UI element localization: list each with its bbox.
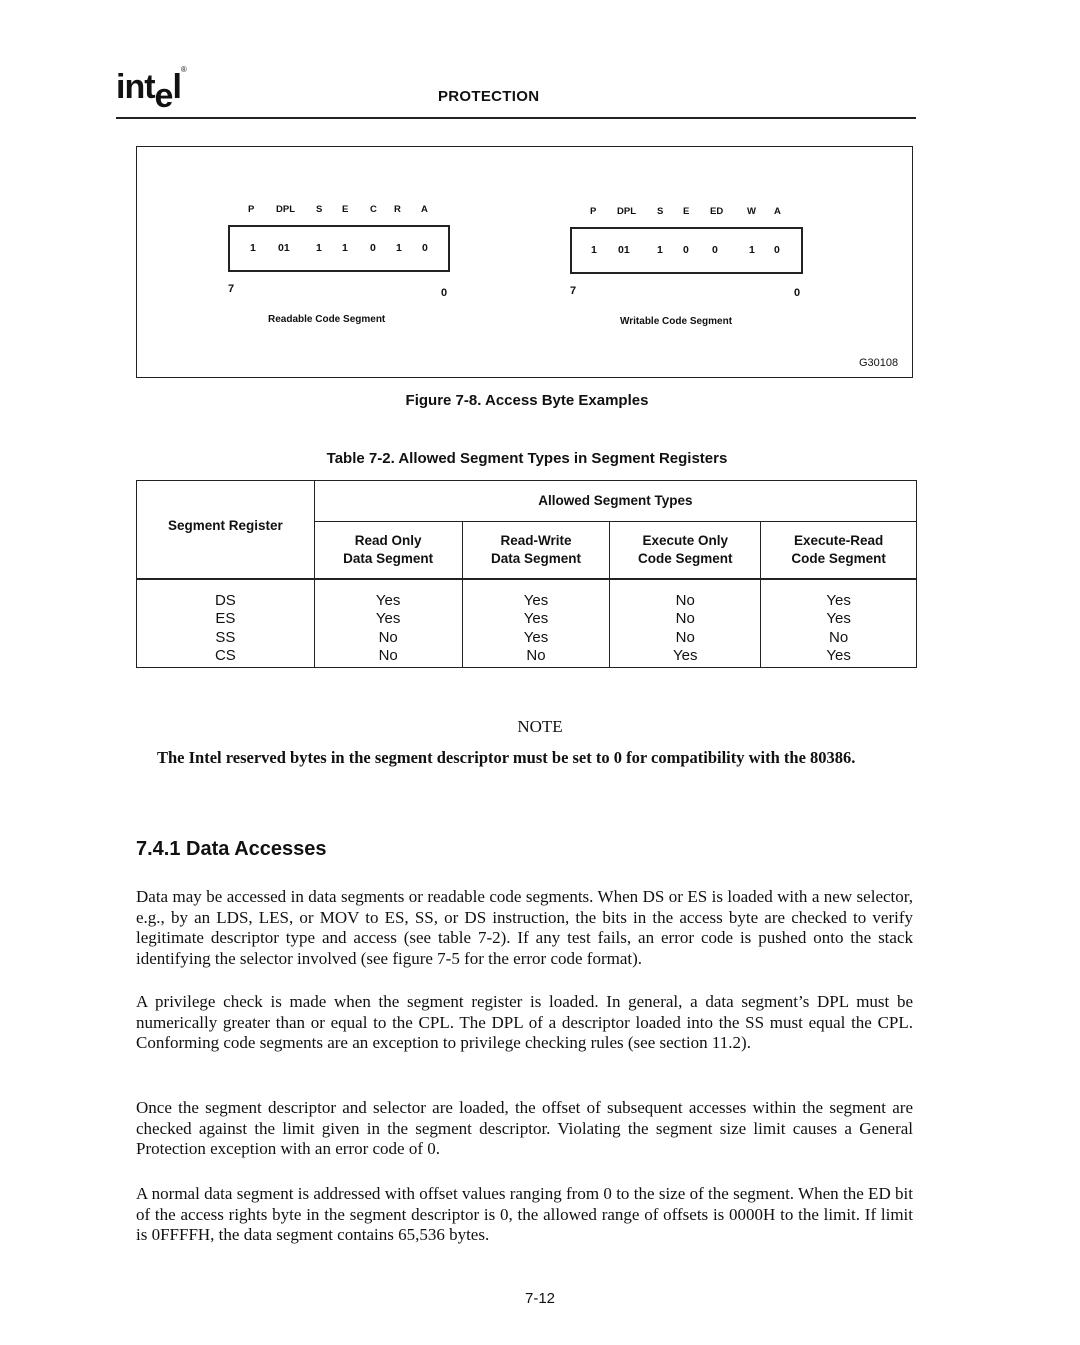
bit-value: 0 bbox=[422, 242, 428, 254]
table-cell: No bbox=[675, 591, 695, 609]
field-label: ED bbox=[710, 206, 724, 217]
field-label: A bbox=[774, 206, 781, 217]
figure-id: G30108 bbox=[859, 357, 899, 369]
bit-value: 0 bbox=[370, 242, 376, 254]
execute-read-code-column: Yes Yes No Yes bbox=[760, 577, 917, 668]
readable-code-segment-label: Readable Code Segment bbox=[268, 314, 386, 325]
note-title: NOTE bbox=[517, 717, 563, 736]
column-header: Execute Only Code Segment bbox=[609, 521, 762, 579]
read-only-data-column: Yes Yes No No bbox=[313, 577, 463, 668]
header-divider bbox=[116, 117, 916, 119]
segment-register-header: Segment Register bbox=[136, 480, 315, 579]
field-label: S bbox=[316, 204, 323, 215]
table-cell: SS bbox=[215, 628, 236, 646]
field-label: E bbox=[342, 204, 349, 215]
msb-label: 7 bbox=[570, 285, 577, 297]
lsb-label: 0 bbox=[794, 287, 801, 299]
running-header-title: PROTECTION bbox=[438, 88, 540, 105]
field-label: P bbox=[590, 206, 597, 217]
page-number: 7-12 bbox=[524, 1290, 556, 1307]
segment-types-table: Segment Register Allowed Segment Types R… bbox=[136, 480, 918, 668]
field-label: S bbox=[657, 206, 664, 217]
field-label: W bbox=[747, 206, 756, 217]
table-cell: Yes bbox=[826, 647, 851, 664]
bit-value: 1 bbox=[342, 242, 348, 254]
field-label: DPL bbox=[617, 206, 636, 217]
table-cell: No bbox=[828, 628, 849, 646]
field-label: C bbox=[370, 204, 377, 215]
bit-value: 1 bbox=[316, 242, 322, 254]
writable-code-field-labels: P DPL S E ED W A bbox=[590, 206, 790, 220]
bit-value: 0 bbox=[712, 244, 718, 256]
table-cell: ES bbox=[215, 610, 236, 627]
register-column: DS ES SS CS bbox=[136, 577, 315, 668]
allowed-segment-types-header: Allowed Segment Types bbox=[313, 480, 918, 522]
bit-value: 0 bbox=[774, 244, 780, 256]
table-cell: No bbox=[526, 647, 546, 664]
table-body-row: DS ES SS CS Yes Yes No No Yes Yes Yes No… bbox=[136, 577, 917, 668]
figure-caption: Figure 7-8. Access Byte Examples bbox=[405, 392, 649, 409]
table-cell: No bbox=[675, 610, 695, 627]
column-header: Read Only Data Segment bbox=[313, 521, 463, 579]
paragraph: A privilege check is made when the segme… bbox=[136, 992, 913, 1052]
lsb-label: 0 bbox=[441, 287, 448, 299]
field-label: A bbox=[421, 204, 428, 215]
paragraph: Data may be accessed in data segments or… bbox=[136, 887, 913, 968]
bit-value: 1 bbox=[749, 244, 755, 256]
bit-value: 01 bbox=[278, 242, 290, 254]
table-cell: Yes bbox=[375, 610, 401, 627]
intel-logo: intel® bbox=[116, 64, 187, 115]
bit-value: 1 bbox=[250, 242, 256, 254]
section-heading: 7.4.1 Data Accesses bbox=[136, 838, 327, 860]
field-label: E bbox=[683, 206, 690, 217]
bit-value: 1 bbox=[657, 244, 663, 256]
field-label: R bbox=[394, 204, 401, 215]
bit-value: 1 bbox=[591, 244, 597, 256]
table-cell: CS bbox=[214, 647, 236, 664]
table-caption: Table 7-2. Allowed Segment Types in Segm… bbox=[326, 450, 728, 467]
readable-code-bit-values: 1 01 1 1 0 1 0 bbox=[250, 242, 450, 256]
paragraph: Once the segment descriptor and selector… bbox=[136, 1098, 913, 1158]
execute-only-code-column: No No No Yes bbox=[609, 577, 762, 668]
table-cell: Yes bbox=[673, 647, 698, 664]
column-header: Execute-Read Code Segment bbox=[760, 521, 917, 579]
table-cell: Yes bbox=[523, 628, 549, 646]
bit-value: 01 bbox=[618, 244, 630, 256]
msb-label: 7 bbox=[228, 283, 235, 295]
read-write-data-column: Yes Yes Yes No bbox=[461, 577, 611, 668]
table-cell: No bbox=[675, 628, 695, 646]
table-cell: No bbox=[378, 647, 398, 664]
column-header: Read-Write Data Segment bbox=[461, 521, 611, 579]
paragraph: A normal data segment is addressed with … bbox=[136, 1184, 913, 1244]
writable-code-bit-values: 1 01 1 0 0 1 0 bbox=[591, 244, 791, 258]
table-cell: Yes bbox=[523, 610, 549, 627]
table-cell: Yes bbox=[826, 610, 851, 627]
bit-value: 0 bbox=[683, 244, 689, 256]
table-cell: Yes bbox=[523, 591, 549, 609]
readable-code-field-labels: P DPL S E C R A bbox=[248, 204, 448, 218]
field-label: DPL bbox=[276, 204, 295, 215]
bit-value: 1 bbox=[396, 242, 402, 254]
note-text: The Intel reserved bytes in the segment … bbox=[157, 748, 856, 767]
field-label: P bbox=[248, 204, 255, 215]
writable-code-segment-label: Writable Code Segment bbox=[620, 316, 733, 327]
table-cell: Yes bbox=[375, 591, 401, 609]
table-cell: No bbox=[378, 628, 398, 646]
table-cell: DS bbox=[214, 591, 236, 609]
table-cell: Yes bbox=[826, 591, 851, 609]
